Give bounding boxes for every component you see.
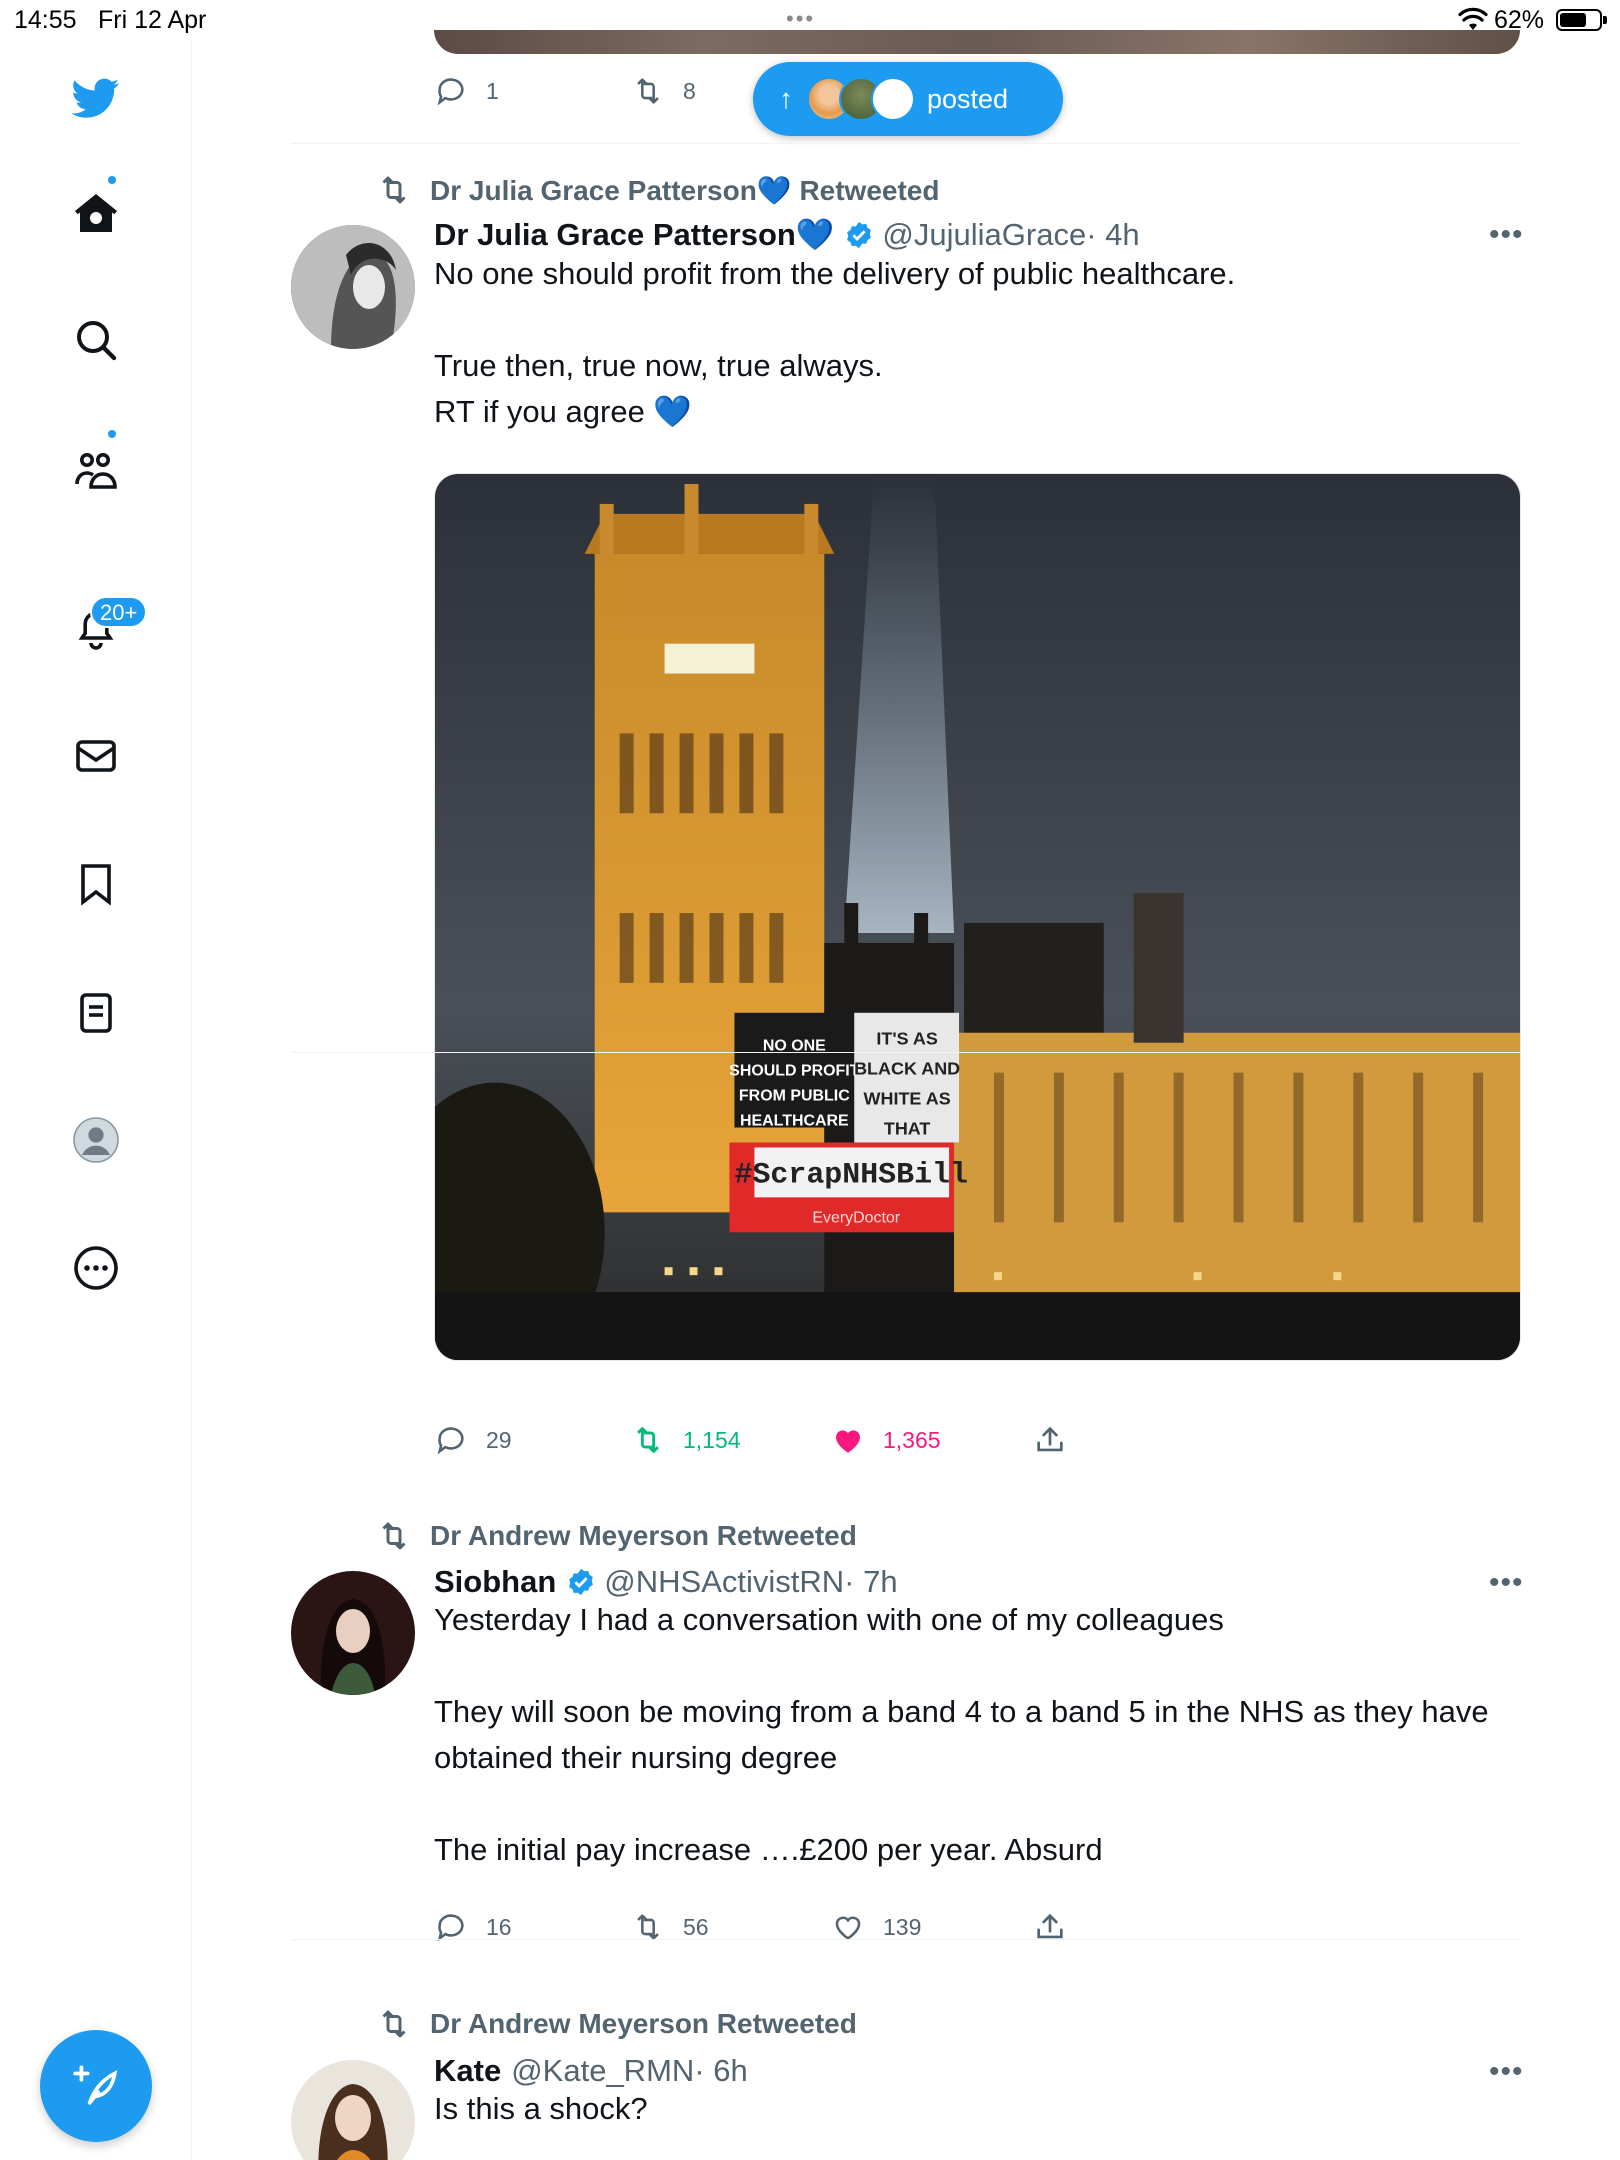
up-arrow-icon: ↑ [779, 83, 793, 114]
more-options-icon[interactable]: ••• [1489, 1566, 1524, 1600]
verified-icon [847, 221, 872, 248]
retweet-action[interactable]: 8 [631, 74, 696, 108]
compose-icon [73, 2065, 118, 2105]
share-icon [1037, 1426, 1063, 1452]
twitter-logo-icon[interactable] [68, 70, 124, 126]
projection-left-line: FROM PUBLIC [739, 1088, 850, 1105]
author-name[interactable]: Dr Julia Grace Patterson💙 [434, 216, 834, 253]
retweeted-by-label[interactable]: Dr Andrew Meyerson Retweeted [430, 1520, 857, 1552]
verified-icon [569, 1568, 594, 1596]
communities-unread-dot [106, 428, 118, 440]
new-posts-pill[interactable]: ↑ posted [753, 62, 1063, 136]
more-circle-icon[interactable] [68, 1240, 124, 1296]
like-count: 139 [883, 1913, 922, 1940]
tweet-media-image[interactable]: NO ONE SHOULD PROFIT FROM PUBLIC HEALTHC… [434, 473, 1521, 1361]
posted-label: posted [927, 83, 1009, 114]
mail-icon[interactable] [68, 728, 124, 784]
search-icon[interactable] [68, 312, 124, 368]
share-action[interactable] [1033, 1423, 1067, 1457]
retweeted-by: Dr Andrew Meyerson Retweeted [376, 1518, 857, 1554]
tweet-time[interactable]: · 7h [844, 1564, 897, 1600]
like-icon [835, 1430, 861, 1453]
projection-right-line: THAT [884, 1119, 931, 1139]
retweeted-by: Dr Andrew Meyerson Retweeted [376, 2006, 857, 2042]
reply-action[interactable]: 1 [434, 74, 499, 108]
more-options-icon[interactable]: ••• [1489, 2055, 1524, 2089]
more-options-icon[interactable]: ••• [1489, 218, 1524, 252]
projection-hashtag: #ScrapNHSBill [734, 1157, 967, 1191]
retweet-count: 56 [683, 1913, 709, 1940]
sidebar-nav: 20+ [0, 40, 192, 2160]
tweet-time[interactable]: · 6h [694, 2053, 747, 2089]
reply-action[interactable]: 29 [434, 1423, 512, 1457]
retweet-icon [382, 176, 406, 204]
like-action[interactable]: 1,365 [831, 1423, 941, 1457]
lists-icon[interactable] [68, 985, 124, 1041]
retweet-icon [637, 1427, 659, 1453]
author-handle[interactable]: @NHSActivistRN [604, 1564, 844, 1600]
projection-left-line: HEALTHCARE [740, 1113, 849, 1130]
tweet-header: Dr Julia Grace Patterson💙 @JujuliaGrace … [434, 216, 1140, 253]
projection-left-line: SHOULD PROFIT [729, 1063, 860, 1080]
retweeted-by: Dr Julia Grace Patterson💙 Retweeted [376, 172, 939, 208]
bookmark-icon[interactable] [68, 856, 124, 912]
divider [291, 143, 1520, 144]
avatar[interactable] [291, 2060, 415, 2160]
reply-icon [437, 78, 464, 106]
wifi-icon [1458, 7, 1488, 30]
profile-icon[interactable] [68, 1112, 124, 1168]
avatar[interactable] [291, 1571, 415, 1695]
tweet-text: Is this a shock? [434, 2091, 648, 2126]
reply-count: 29 [486, 1426, 512, 1453]
divider [291, 1052, 1520, 1053]
tweet-header: Siobhan @NHSActivistRN · 7h [434, 1564, 898, 1600]
previous-tweet-media[interactable] [434, 30, 1520, 54]
projection-right-line: BLACK AND [854, 1059, 960, 1079]
status-time: 14:55 [14, 6, 77, 34]
like-count: 1,365 [883, 1426, 941, 1453]
avatar[interactable] [291, 225, 415, 349]
multitask-dots[interactable]: ••• [786, 6, 815, 32]
author-handle[interactable]: @Kate_RMN [511, 2053, 694, 2089]
tweet-header: Kate @Kate_RMN · 6h [434, 2053, 748, 2089]
timeline-feed: 1 8 ↑ posted Dr Julia Grace Patterson💙 R… [193, 30, 1620, 2160]
retweet-icon [382, 2010, 406, 2038]
reply-icon [437, 1427, 464, 1455]
author-handle[interactable]: @JujuliaGrace [882, 217, 1086, 253]
tweet-time[interactable]: · 4h [1086, 217, 1139, 253]
author-name[interactable]: Kate [434, 2053, 501, 2089]
home-unread-dot [106, 174, 118, 186]
retweet-count: 1,154 [683, 1426, 741, 1453]
retweeted-by-label[interactable]: Dr Julia Grace Patterson💙 Retweeted [430, 174, 939, 207]
retweeted-by-label[interactable]: Dr Andrew Meyerson Retweeted [430, 2008, 857, 2040]
retweet-icon [382, 1522, 406, 1550]
status-date: Fri 12 Apr [98, 6, 207, 34]
projection-right-line: IT'S AS [876, 1029, 937, 1049]
tweet-text: Yesterday I had a conversation with one … [434, 1602, 1489, 1867]
projection-brand: EveryDoctor [812, 1209, 900, 1226]
divider [291, 1939, 1520, 1940]
author-name[interactable]: Siobhan [434, 1564, 556, 1600]
reply-count: 16 [486, 1913, 512, 1940]
compose-button[interactable] [40, 2030, 152, 2142]
projection-right-line: WHITE AS [864, 1089, 951, 1109]
communities-icon[interactable] [68, 442, 124, 498]
reply-count: 1 [486, 77, 499, 104]
retweet-icon [637, 78, 659, 104]
retweet-count: 8 [683, 77, 696, 104]
tweet-text: No one should profit from the delivery o… [434, 256, 1236, 429]
retweet-action[interactable]: 1,154 [631, 1423, 741, 1457]
home-icon[interactable] [68, 186, 124, 242]
battery-icon [1556, 9, 1607, 31]
avatar [871, 77, 915, 121]
notifications-badge: 20+ [90, 596, 148, 628]
